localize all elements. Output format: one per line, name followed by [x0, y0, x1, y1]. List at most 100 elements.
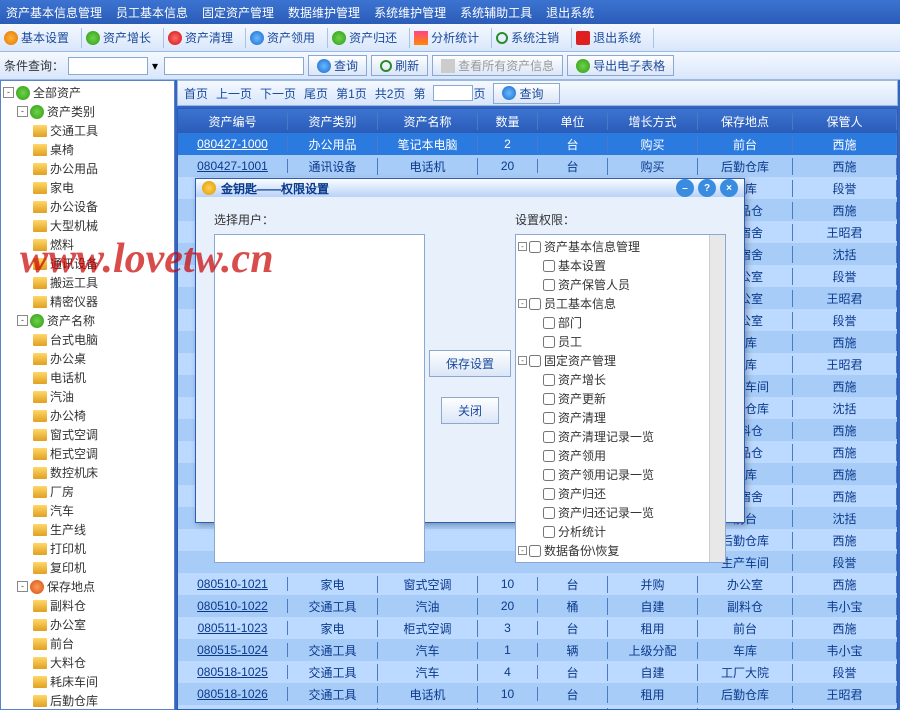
toolbar-资产领用[interactable]: 资产领用 — [250, 29, 315, 46]
menu-item[interactable]: 系统辅助工具 — [460, 4, 532, 21]
perm-tree[interactable]: -资产基本信息管理基本设置资产保管人员-员工基本信息部门员工-固定资产管理资产增… — [516, 235, 709, 562]
toolbar-系统注销[interactable]: 系统注销 — [496, 29, 559, 46]
table-row[interactable]: 080518-1025交通工具汽车4台自建工厂大院段誉 — [178, 661, 897, 683]
tree-item[interactable]: 电话机 — [3, 368, 172, 387]
perm-node[interactable]: -员工基本信息 — [518, 294, 707, 313]
tree-item[interactable]: 大料仓 — [3, 653, 172, 672]
tree-item[interactable]: 后勤仓库 — [3, 691, 172, 710]
menu-item[interactable]: 员工基本信息 — [116, 4, 188, 21]
perm-node[interactable]: 基本设置 — [518, 256, 707, 275]
perm-node[interactable]: -固定资产管理 — [518, 351, 707, 370]
tree-item[interactable]: 家电 — [3, 178, 172, 197]
tree-item[interactable]: 柜式空调 — [3, 444, 172, 463]
tree-item[interactable]: 燃料 — [3, 235, 172, 254]
perm-node[interactable]: -资产基本信息管理 — [518, 237, 707, 256]
menu-item[interactable]: 数据维护管理 — [288, 4, 360, 21]
search-combo[interactable] — [68, 57, 148, 75]
perm-node[interactable]: 资产增长 — [518, 370, 707, 389]
column-header[interactable]: 数量 — [478, 113, 538, 130]
asset-tree[interactable]: -全部资产-资产类别交通工具桌椅办公用品家电办公设备大型机械燃料通讯设备搬运工具… — [1, 81, 174, 710]
scrollbar[interactable] — [709, 235, 725, 562]
search-button[interactable]: 查询 — [308, 55, 367, 76]
toolbar-分析统计[interactable]: 分析统计 — [414, 29, 479, 46]
close-button[interactable]: × — [720, 179, 738, 197]
refresh-button[interactable]: 刷新 — [371, 55, 428, 76]
perm-checkbox[interactable] — [543, 488, 555, 500]
column-header[interactable]: 增长方式 — [608, 113, 698, 130]
table-row[interactable]: 080427-1001通讯设备电话机20台购买后勤仓库西施 — [178, 155, 897, 177]
perm-checkbox[interactable] — [529, 241, 541, 253]
perm-node[interactable]: 资产归还记录一览 — [518, 503, 707, 522]
column-header[interactable]: 保管人 — [793, 113, 897, 130]
column-header[interactable]: 资产名称 — [378, 113, 478, 130]
perm-node[interactable]: 员工 — [518, 332, 707, 351]
column-header[interactable]: 资产类别 — [288, 113, 378, 130]
tree-item[interactable]: 前台 — [3, 634, 172, 653]
perm-checkbox[interactable] — [529, 298, 541, 310]
dialog-titlebar[interactable]: 金钥匙——权限设置 – ? × — [196, 179, 744, 197]
perm-checkbox[interactable] — [543, 260, 555, 272]
pager-goto-input[interactable] — [433, 85, 473, 101]
pager-goto-button[interactable]: 查询 — [493, 83, 560, 104]
user-listbox[interactable] — [214, 234, 425, 563]
tree-group[interactable]: -资产名称 — [3, 311, 172, 330]
perm-checkbox[interactable] — [543, 374, 555, 386]
table-row[interactable]: 080510-1021家电窗式空调10台并购办公室西施 — [178, 573, 897, 595]
column-header[interactable]: 单位 — [538, 113, 608, 130]
table-row[interactable]: 080427-1000办公用品笔记本电脑2台购买前台西施 — [178, 133, 897, 155]
perm-listbox[interactable]: -资产基本信息管理基本设置资产保管人员-员工基本信息部门员工-固定资产管理资产增… — [515, 234, 726, 563]
perm-checkbox[interactable] — [543, 507, 555, 519]
tree-item[interactable]: 大型机械 — [3, 216, 172, 235]
toolbar-资产归还[interactable]: 资产归还 — [332, 29, 397, 46]
tree-item[interactable]: 办公设备 — [3, 197, 172, 216]
pager-next[interactable]: 下一页 — [260, 85, 296, 102]
pager-first[interactable]: 首页 — [184, 85, 208, 102]
minimize-button[interactable]: – — [676, 179, 694, 197]
tree-item[interactable]: 通讯设备 — [3, 254, 172, 273]
tree-item[interactable]: 复印机 — [3, 558, 172, 577]
toolbar-基本设置[interactable]: 基本设置 — [4, 29, 69, 46]
tree-item[interactable]: 打印机 — [3, 539, 172, 558]
perm-checkbox[interactable] — [543, 279, 555, 291]
tree-item[interactable]: 台式电脑 — [3, 330, 172, 349]
perm-checkbox[interactable] — [543, 412, 555, 424]
toolbar-资产增长[interactable]: 资产增长 — [86, 29, 151, 46]
help-button[interactable]: ? — [698, 179, 716, 197]
tree-group[interactable]: -保存地点 — [3, 577, 172, 596]
table-row[interactable]: 080510-1022交通工具汽油20桶自建副料仓韦小宝 — [178, 595, 897, 617]
perm-checkbox[interactable] — [529, 545, 541, 557]
perm-node[interactable]: 资产清理记录一览 — [518, 427, 707, 446]
perm-checkbox[interactable] — [543, 526, 555, 538]
tree-item[interactable]: 办公室 — [3, 615, 172, 634]
menu-item[interactable]: 资产基本信息管理 — [6, 4, 102, 21]
perm-node[interactable]: 部门 — [518, 313, 707, 332]
tree-group[interactable]: -资产类别 — [3, 102, 172, 121]
menu-item[interactable]: 固定资产管理 — [202, 4, 274, 21]
tree-item[interactable]: 窗式空调 — [3, 425, 172, 444]
table-row[interactable]: 080511-1023家电柜式空调3台租用前台西施 — [178, 617, 897, 639]
perm-checkbox[interactable] — [543, 431, 555, 443]
tree-item[interactable]: 交通工具 — [3, 121, 172, 140]
perm-node[interactable]: 资产领用 — [518, 446, 707, 465]
perm-checkbox[interactable] — [543, 393, 555, 405]
tree-item[interactable]: 办公用品 — [3, 159, 172, 178]
perm-node[interactable]: 资产保管人员 — [518, 275, 707, 294]
tree-item[interactable]: 数控机床 — [3, 463, 172, 482]
perm-node[interactable]: 资产更新 — [518, 389, 707, 408]
perm-node[interactable]: -数据备份\恢复 — [518, 541, 707, 560]
tree-item[interactable]: 副料仓 — [3, 596, 172, 615]
column-header[interactable]: 资产编号 — [178, 113, 288, 130]
perm-checkbox[interactable] — [543, 317, 555, 329]
table-row[interactable]: 080520-1027家电柜式空调5台抵债女宿舍王昭君 — [178, 705, 897, 709]
pager-last[interactable]: 尾页 — [304, 85, 328, 102]
viewall-button[interactable]: 查看所有资产信息 — [432, 55, 563, 76]
save-settings-button[interactable]: 保存设置 — [429, 350, 511, 377]
menu-item[interactable]: 系统维护管理 — [374, 4, 446, 21]
export-button[interactable]: 导出电子表格 — [567, 55, 674, 76]
tree-root[interactable]: -全部资产 — [3, 83, 172, 102]
table-row[interactable]: 080515-1024交通工具汽车1辆上级分配车库韦小宝 — [178, 639, 897, 661]
toolbar-资产清理[interactable]: 资产清理 — [168, 29, 233, 46]
pager-prev[interactable]: 上一页 — [216, 85, 252, 102]
perm-node[interactable]: 分析统计 — [518, 522, 707, 541]
column-header[interactable]: 保存地点 — [698, 113, 793, 130]
